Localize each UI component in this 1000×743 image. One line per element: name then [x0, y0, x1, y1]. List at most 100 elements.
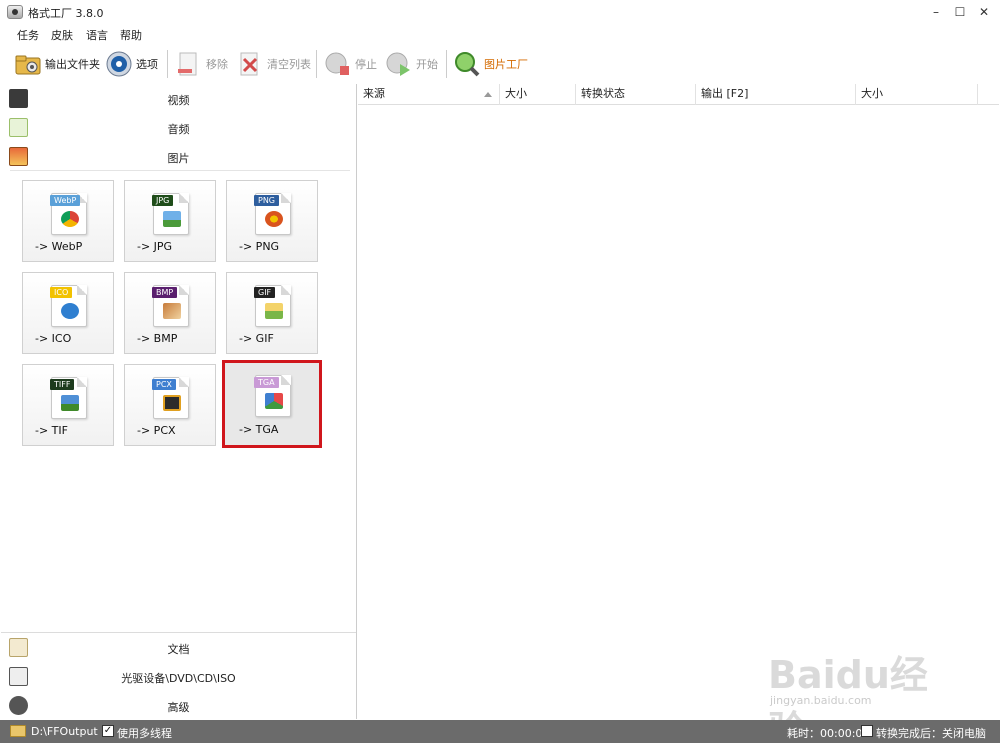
- category-rom-device[interactable]: 光驱设备\DVD\CD\ISO: [1, 662, 356, 691]
- column-size-label: 大小: [505, 87, 527, 100]
- app-logo-icon: [7, 5, 23, 19]
- tile-label: -> ICO: [35, 332, 72, 345]
- category-audio[interactable]: 音频: [1, 113, 356, 142]
- status-bar: D:\FFOutput ✓ 使用多线程 耗时：00:00:01 转换完成后：关闭…: [0, 720, 1000, 743]
- landscape-image-icon: [163, 211, 181, 227]
- output-folder-label: 输出文件夹: [45, 58, 100, 71]
- stop-icon: [324, 50, 352, 78]
- format-badge: WebP: [50, 195, 81, 206]
- sort-ascending-icon: [484, 92, 492, 97]
- format-badge: TIFF: [50, 379, 75, 390]
- category-advanced[interactable]: 高级: [1, 691, 356, 720]
- format-badge: PNG: [254, 195, 280, 206]
- category-document-label: 文档: [167, 643, 190, 656]
- tile-tga[interactable]: TGA -> TGA: [222, 360, 322, 448]
- column-size[interactable]: 大小: [500, 84, 576, 105]
- tile-label: -> GIF: [239, 332, 274, 345]
- menu-help[interactable]: 帮助: [120, 27, 142, 43]
- tile-jpg[interactable]: JPG -> JPG: [124, 180, 216, 262]
- category-rom-device-label: 光驱设备\DVD\CD\ISO: [121, 672, 236, 685]
- tile-pcx[interactable]: PCX -> PCX: [124, 364, 216, 446]
- tile-label: -> TIF: [35, 424, 68, 437]
- start-button[interactable]: 开始: [385, 48, 438, 80]
- multithread-label: 使用多线程: [117, 727, 172, 740]
- tile-label: -> JPG: [137, 240, 173, 253]
- tile-gif[interactable]: GIF -> GIF: [226, 272, 318, 354]
- shutdown-after-checkbox[interactable]: [861, 725, 873, 737]
- clear-list-label: 清空列表: [267, 58, 311, 71]
- tile-bmp[interactable]: BMP -> BMP: [124, 272, 216, 354]
- tile-webp[interactable]: WebP -> WebP: [22, 180, 114, 262]
- menu-bar: 任务 皮肤 语言 帮助: [0, 24, 1000, 44]
- category-picture[interactable]: 图片: [1, 142, 356, 171]
- format-badge: JPG: [152, 195, 174, 206]
- tile-label: -> TGA: [239, 423, 279, 436]
- category-video[interactable]: 视频: [1, 84, 356, 113]
- bottom-categories: 文档 光驱设备\DVD\CD\ISO 高级: [1, 632, 356, 715]
- options-gear-icon: [105, 50, 133, 78]
- column-source[interactable]: 来源: [358, 84, 500, 105]
- category-audio-label: 音频: [167, 123, 190, 136]
- tile-label: -> PCX: [137, 424, 176, 437]
- landscape-image-icon: [61, 395, 79, 411]
- category-advanced-label: 高级: [167, 701, 190, 714]
- column-source-label: 来源: [363, 87, 385, 100]
- task-table-header: 来源 大小 转换状态 输出 [F2] 大小: [358, 84, 999, 105]
- remove-doc-icon: [175, 50, 203, 78]
- format-badge: PCX: [152, 379, 176, 390]
- column-status[interactable]: 转换状态: [576, 84, 696, 105]
- clear-list-button[interactable]: 清空列表: [236, 48, 311, 80]
- remove-button[interactable]: 移除: [175, 48, 228, 80]
- format-badge: TGA: [254, 377, 279, 388]
- stop-label: 停止: [355, 58, 377, 71]
- after-complete-label: 转换完成后：关闭电脑: [876, 727, 986, 740]
- column-output-label: 输出 [F2]: [701, 87, 749, 100]
- output-folder-button[interactable]: 输出文件夹: [14, 48, 100, 80]
- start-label: 开始: [416, 58, 438, 71]
- magnifier-globe-icon: [453, 50, 481, 78]
- maximize-button[interactable]: ☐: [949, 3, 971, 21]
- info-icon: [61, 303, 79, 319]
- category-video-label: 视频: [167, 94, 190, 107]
- format-badge: ICO: [50, 287, 73, 298]
- menu-skin[interactable]: 皮肤: [51, 27, 73, 43]
- category-panel: 视频 音频 图片 WebP -> WebP JPG -> JPG PNG -> …: [1, 84, 357, 719]
- clear-x-icon: [236, 50, 264, 78]
- format-badge: BMP: [152, 287, 178, 298]
- tile-ico[interactable]: ICO -> ICO: [22, 272, 114, 354]
- tile-png[interactable]: PNG -> PNG: [226, 180, 318, 262]
- category-document[interactable]: 文档: [1, 633, 356, 662]
- window-title: 格式工厂 3.8.0: [28, 7, 104, 20]
- column-output-size[interactable]: 大小: [856, 84, 978, 105]
- picture-factory-button[interactable]: 图片工厂: [453, 48, 528, 80]
- chrome-icon: [61, 211, 79, 227]
- flower-image-icon: [265, 211, 283, 227]
- color-cubes-icon: [265, 393, 283, 409]
- picture-factory-label: 图片工厂: [484, 58, 528, 71]
- close-button[interactable]: ✕: [973, 3, 995, 21]
- minimize-button[interactable]: –: [925, 3, 947, 21]
- tile-tif[interactable]: TIFF -> TIF: [22, 364, 114, 446]
- menu-task[interactable]: 任务: [17, 27, 39, 43]
- tile-label: -> WebP: [35, 240, 83, 253]
- tile-label: -> BMP: [137, 332, 178, 345]
- stop-button[interactable]: 停止: [324, 48, 377, 80]
- toolbar: 输出文件夹 选项 移除 清空列表 停止 开始 图片工厂: [0, 44, 1000, 84]
- folder-icon: [14, 50, 42, 78]
- format-badge: GIF: [254, 287, 276, 298]
- start-play-icon: [385, 50, 413, 78]
- column-output[interactable]: 输出 [F2]: [696, 84, 856, 105]
- column-status-label: 转换状态: [581, 87, 625, 100]
- paint-palette-icon: [163, 303, 181, 319]
- menu-language[interactable]: 语言: [86, 27, 108, 43]
- remove-label: 移除: [206, 58, 228, 71]
- output-path[interactable]: D:\FFOutput: [31, 725, 98, 738]
- toolbar-divider: [167, 50, 168, 78]
- folder-icon[interactable]: [10, 725, 26, 737]
- photo-frame-icon: [163, 395, 181, 411]
- multithread-checkbox[interactable]: ✓: [102, 725, 114, 737]
- column-output-size-label: 大小: [861, 87, 883, 100]
- options-label: 选项: [136, 58, 158, 71]
- category-picture-label: 图片: [167, 152, 190, 165]
- options-button[interactable]: 选项: [105, 48, 158, 80]
